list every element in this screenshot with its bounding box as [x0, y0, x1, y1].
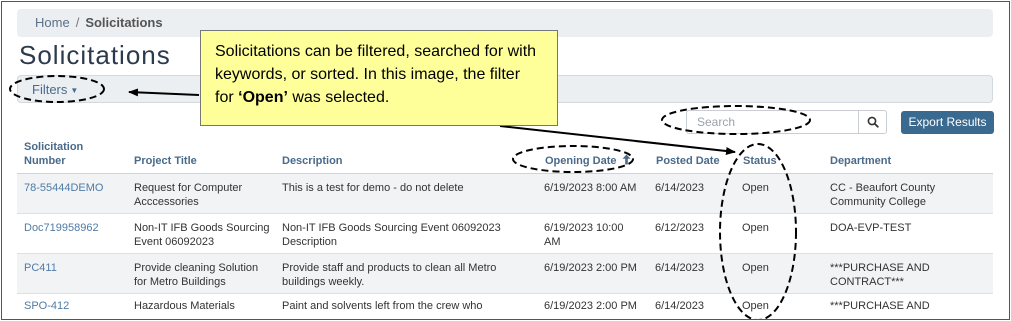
- column-header-department[interactable]: Department: [830, 154, 891, 168]
- opening-date-line: 6/19/2023 8:00 AM: [544, 182, 637, 194]
- status-cell: Open: [742, 222, 769, 234]
- project-title-line: Acccessories: [134, 196, 199, 208]
- caret-down-icon: ▼: [70, 86, 79, 95]
- description-line: Description: [282, 236, 338, 248]
- solicitation-number-link[interactable]: 78-55444DEMO: [24, 181, 104, 195]
- column-header-number-line1: Solicitation: [24, 141, 84, 153]
- export-results-button[interactable]: Export Results: [901, 111, 994, 134]
- project-title-cell: Request for Computer Acccessories: [134, 181, 242, 209]
- breadcrumb-home-link[interactable]: Home: [35, 15, 70, 30]
- search-group: [686, 110, 887, 134]
- description-line: Paint and solvents left from the crew wh…: [282, 300, 483, 312]
- opening-date-line: 6/19/2023 10:00: [544, 222, 624, 234]
- department-line: CC - Beaufort County: [830, 182, 936, 194]
- project-title-cell: Provide cleaning Solution for Metro Buil…: [134, 261, 258, 289]
- search-button[interactable]: [858, 110, 887, 134]
- posted-date-cell: 6/14/2023: [655, 262, 704, 274]
- table-row[interactable]: Doc719958962 Non-IT IFB Goods Sourcing E…: [17, 214, 993, 254]
- callout-text-bold: ‘Open’: [238, 89, 288, 106]
- status-cell: Open: [742, 262, 769, 274]
- filters-dropdown-button[interactable]: Filters ▼: [32, 82, 78, 97]
- status-cell: Open: [742, 300, 769, 312]
- arrow-up-icon: [622, 154, 631, 165]
- search-input[interactable]: [686, 110, 858, 134]
- table-row[interactable]: 78-55444DEMO Request for Computer Accces…: [17, 174, 993, 214]
- description-cell: Provide staff and products to clean all …: [282, 261, 496, 289]
- department-cell: ***PURCHASE AND: [830, 299, 930, 313]
- project-title-line: Hazardous Materials: [134, 300, 235, 312]
- column-header-status[interactable]: Status: [743, 154, 777, 168]
- posted-date-cell: 6/14/2023: [655, 300, 704, 312]
- table-row[interactable]: PC411 Provide cleaning Solution for Metr…: [17, 254, 993, 294]
- department-line: Community College: [830, 196, 926, 208]
- department-cell: ***PURCHASE AND CONTRACT***: [830, 261, 930, 289]
- department-line: CONTRACT***: [830, 276, 904, 288]
- description-line: Non-IT IFB Goods Sourcing Event 06092023: [282, 222, 501, 234]
- filters-label: Filters: [32, 82, 68, 97]
- solicitation-number-link[interactable]: PC411: [24, 261, 57, 275]
- department-cell: DOA-EVP-TEST: [830, 221, 911, 235]
- breadcrumb-separator: /: [75, 15, 80, 30]
- project-title-line: Request for Computer: [134, 182, 243, 194]
- column-header-description[interactable]: Description: [282, 154, 343, 168]
- opening-date-line: AM: [544, 236, 561, 248]
- project-title-line: for Metro Buildings: [134, 276, 226, 288]
- description-cell: Non-IT IFB Goods Sourcing Event 06092023…: [282, 221, 501, 249]
- description-line: buildings weekly.: [282, 276, 365, 288]
- solicitation-number-link[interactable]: Doc719958962: [24, 221, 99, 235]
- project-title-line: Event 06092023: [134, 236, 215, 248]
- description-cell: This is a test for demo - do not delete: [282, 181, 464, 195]
- column-header-number-line2: Number: [24, 155, 66, 167]
- description-line: Provide staff and products to clean all …: [282, 262, 497, 274]
- opening-date-line: 6/19/2023 2:00 PM: [544, 262, 637, 274]
- opening-date-cell: 6/19/2023 2:00 PM: [544, 261, 637, 275]
- column-header-number[interactable]: Solicitation Number: [24, 140, 83, 168]
- department-line: DOA-EVP-TEST: [830, 222, 912, 234]
- posted-date-cell: 6/14/2023: [655, 182, 704, 194]
- solicitations-screenshot: Home / Solicitations Solicitations Filters…: [1, 1, 1010, 320]
- solicitation-number-link[interactable]: SPO-412: [24, 299, 69, 313]
- status-cell: Open: [742, 182, 769, 194]
- department-cell: CC - Beaufort County Community College: [830, 181, 935, 209]
- opening-date-cell: 6/19/2023 2:00 PM: [544, 299, 637, 313]
- opening-date-line: 6/19/2023 2:00 PM: [544, 300, 637, 312]
- posted-date-cell: 6/12/2023: [655, 222, 704, 234]
- project-title-cell: Non-IT IFB Goods Sourcing Event 06092023: [134, 221, 270, 249]
- opening-date-cell: 6/19/2023 8:00 AM: [544, 181, 636, 195]
- department-line: ***PURCHASE AND: [830, 300, 930, 312]
- description-cell: Paint and solvents left from the crew wh…: [282, 299, 483, 313]
- project-title-line: Provide cleaning Solution: [134, 262, 259, 274]
- page-title: Solicitations: [19, 40, 171, 70]
- column-header-title[interactable]: Project Title: [134, 154, 197, 168]
- column-header-opening-date[interactable]: Opening Date: [545, 154, 631, 168]
- callout-text-after: was selected.: [287, 89, 390, 106]
- project-title-line: Non-IT IFB Goods Sourcing: [134, 222, 270, 234]
- opening-date-cell: 6/19/2023 10:00 AM: [544, 221, 624, 249]
- description-line: This is a test for demo - do not delete: [282, 182, 464, 194]
- department-line: ***PURCHASE AND: [830, 262, 930, 274]
- annotation-callout: Solicitations can be filtered, searched …: [200, 30, 558, 126]
- search-icon: [867, 116, 879, 128]
- breadcrumb-current: Solicitations: [85, 15, 163, 30]
- table-row[interactable]: SPO-412 Hazardous Materials Paint and so…: [17, 294, 993, 319]
- project-title-cell: Hazardous Materials: [134, 299, 235, 313]
- column-header-posted-date[interactable]: Posted Date: [656, 154, 720, 168]
- column-header-opening-date-label: Opening Date: [545, 155, 617, 167]
